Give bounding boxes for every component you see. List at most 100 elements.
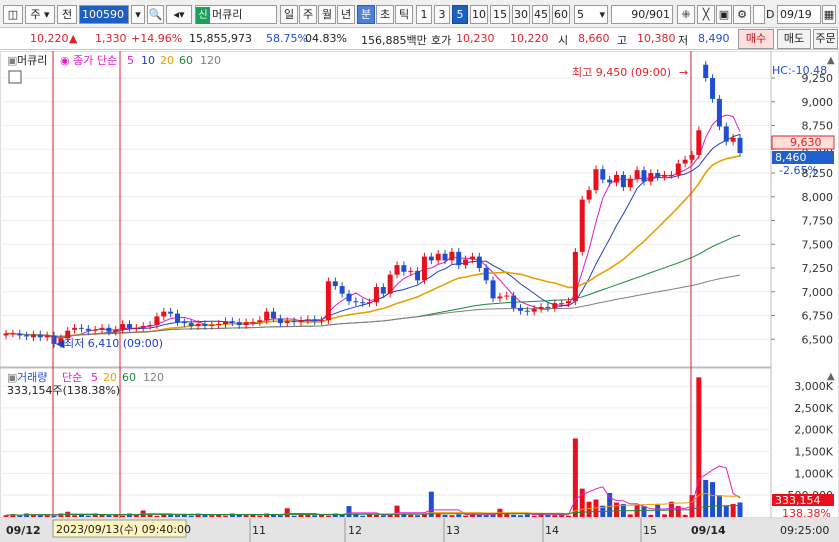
interval-dropdown-icon: ▾ [599,8,605,21]
volume-bar [723,506,729,517]
volume-bar [483,515,489,517]
low-price: 8,490 [698,32,730,45]
sell-button[interactable]: 매도 [777,29,811,49]
vol-ma-120: 120 [143,371,164,384]
ask-price-2: 10,220 [510,32,549,45]
crosshair-icon[interactable]: ⁜ [677,5,695,24]
price-tick-label: 7,750 [802,215,834,228]
candle-body [353,301,359,303]
candle-body [538,306,544,309]
save-icon[interactable]: ▣ [716,5,732,24]
candle-body [284,321,290,324]
draw-tool-icon[interactable]: ╳ [697,5,715,24]
volume-bar [174,515,180,517]
date-input[interactable]: 09/19 [777,5,821,24]
candle-body [730,137,736,142]
minute-10[interactable]: 10 [470,5,488,24]
stock-name-field[interactable]: 신 머큐리 [195,5,277,24]
chart-svg[interactable]: 6,5006,7507,0007,2507,5007,7508,0008,250… [0,50,839,542]
candle-body [92,329,98,331]
volume-bar [682,514,688,517]
buy-button[interactable]: 매수 [738,29,774,49]
chart-area[interactable]: 6,500 6,750 7,000 7,250 7,500 7,750 8,000 8,250… [0,50,839,542]
minute-15[interactable]: 15 [490,5,510,24]
count-field[interactable]: 90/901 [611,5,673,24]
current-price: 10,220 [30,32,69,45]
volume-bar [106,515,112,517]
candle-body [24,335,30,337]
candle-body [106,327,112,332]
volume-bar [394,505,400,517]
grid-toggle-icon[interactable] [8,70,22,84]
minute-3[interactable]: 3 [434,5,450,24]
scroll-up-icon-2[interactable]: ▲ [827,371,835,382]
order-button[interactable]: 주문 [813,29,838,49]
market-select-label: 주 [30,8,41,21]
candle-body [380,287,386,294]
menu-icon[interactable]: ◫ [3,5,23,24]
period-minute[interactable]: 분 [357,5,375,24]
period-week[interactable]: 주 [299,5,317,24]
candle-body [202,324,208,326]
candle-body [113,329,119,332]
volume-bar [373,514,379,517]
candle-body [497,296,503,299]
minute-5[interactable]: 5 [452,5,468,24]
count-value: 90 [631,8,646,21]
period-day[interactable]: 일 [280,5,298,24]
ma-period-20: 20 [160,54,174,67]
candle-body [682,159,688,164]
candle-body [78,327,84,329]
market2-button[interactable]: 전 [57,5,77,24]
period-second[interactable]: 초 [376,5,394,24]
candle-body [614,174,620,183]
toolbar: ◫ 주 ▾ 전 100590 ▾ 🔍 ◂▾ 신 머큐리 일 주 월 년 분 초 틱… [0,0,839,28]
volume-bar [346,506,352,517]
ma-period-120: 120 [200,54,221,67]
candle-body [469,256,475,260]
period-tick[interactable]: 틱 [395,5,413,24]
volume-tick-label: 2,000K [794,424,833,437]
volume-bar [120,515,126,517]
candle-body [271,311,277,319]
price-tick-label: 7,250 [802,262,834,275]
candle-body [161,311,167,317]
candle-body [449,251,455,261]
candle-body [504,295,510,297]
period-year[interactable]: 년 [337,5,355,24]
price-tick-label: 7,000 [802,286,834,299]
candle-body [17,333,23,336]
volume-bar [662,514,668,517]
minute-1[interactable]: 1 [416,5,432,24]
candle-body [634,170,640,179]
search-icon[interactable]: 🔍 [147,5,164,24]
speaker-icon[interactable]: ◂▾ [166,5,192,24]
ma-panel-label: ◉ 종가 단순 [60,54,117,67]
volume-bar [648,514,654,517]
hc-label: HC:-10.48 [772,64,827,77]
volume-bar [703,479,709,517]
candle-body [264,311,270,321]
interval-select[interactable]: 5 ▾ [574,5,608,24]
volume-tick-label: 2,500K [794,402,833,415]
minute-60[interactable]: 60 [552,5,570,24]
candle-body [394,265,400,275]
price-tick-label: 8,000 [802,191,834,204]
calendar-icon[interactable]: ▦ [822,5,836,24]
candle-body [421,256,427,281]
period-month[interactable]: 월 [318,5,336,24]
market-select[interactable]: 주 ▾ [25,5,55,24]
stock-code-input[interactable]: 100590 [79,5,129,24]
candle-body [456,251,462,266]
minute-30[interactable]: 30 [512,5,530,24]
minute-45[interactable]: 45 [532,5,550,24]
candle-body [10,333,16,335]
candle-body [325,281,331,321]
gear-icon[interactable]: ⚙ [733,5,751,24]
candle-body [463,259,469,266]
candle-body [586,190,592,200]
open-label: 시 [558,34,569,47]
code-dropdown-icon[interactable]: ▾ [131,5,145,24]
date-checkbox[interactable] [753,5,765,24]
scroll-up-icon[interactable]: ▲ [827,55,835,66]
